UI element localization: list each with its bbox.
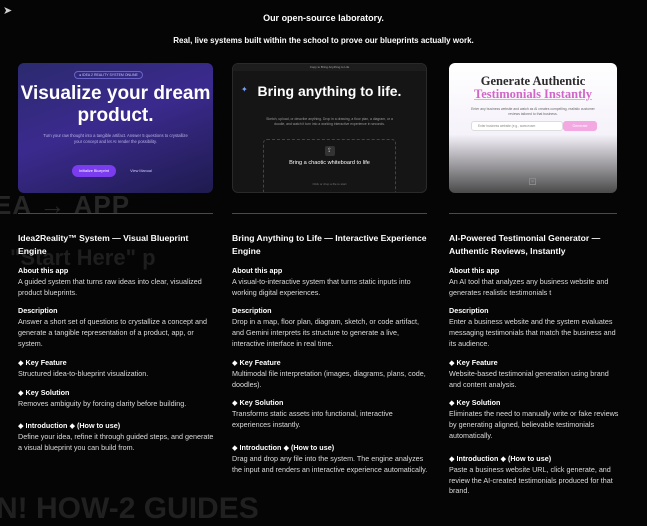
thumbnail-headline: Bring anything to life. xyxy=(257,83,402,99)
thumbnail-headline-accent: Testimonials Instantly xyxy=(474,87,592,101)
introduction-text: Define your idea, refine it through guid… xyxy=(18,432,214,453)
thumbnail-body: Sketch, upload, or describe anything. Dr… xyxy=(266,117,393,126)
drop-zone-subtext: Click or drop a file to start xyxy=(312,182,347,186)
app-card-idea2reality: ● IDEA 2 REALITY SYSTEM ONLINE Visualize… xyxy=(18,63,216,454)
key-solution-text: Transforms static assets into functional… xyxy=(232,409,393,430)
introduction-heading: ◆ Introduction ◆ (How to use) xyxy=(449,453,552,463)
key-feature-text: Multimodal file interpretation (images, … xyxy=(232,368,426,389)
description-heading: Description xyxy=(18,306,58,316)
grid-icon: ▦ xyxy=(529,178,536,185)
card-title: Idea2Reality™ System — Visual Blueprint … xyxy=(18,233,189,256)
about-text: A visual-to-interactive system that turn… xyxy=(232,276,411,297)
generate-button[interactable]: Generate xyxy=(563,121,597,131)
ghost-line-3: N! HOW-2 GUIDES xyxy=(0,492,259,525)
description-text: Answer a short set of questions to cryst… xyxy=(18,317,207,348)
file-drop-zone[interactable]: ⇪ Bring a chaotic whiteboard to life Cli… xyxy=(263,139,396,192)
introduction-heading: ◆ Introduction ◆ (How to use) xyxy=(18,421,121,431)
key-solution-text: Removes ambiguity by forcing clarity bef… xyxy=(18,398,187,408)
about-heading: About this app xyxy=(232,265,283,275)
website-input[interactable]: Enter business website (e.g., www.exam xyxy=(471,121,563,131)
introduction-heading: ◆ Introduction ◆ (How to use) xyxy=(232,442,335,452)
description-text: Drop in a map, floor plan, diagram, sket… xyxy=(232,317,419,348)
card-title: AI-Powered Testimonial Generator — Authe… xyxy=(449,233,601,256)
thumbnail-body: Enter any business website and watch as … xyxy=(471,107,595,116)
app-thumbnail[interactable]: Copy to Bring Anything to Life ✦ Bring a… xyxy=(232,63,427,193)
introduction-text: Paste a business website URL, click gene… xyxy=(449,464,613,496)
view-manual-button[interactable]: View Manual xyxy=(124,165,158,177)
app-card-bring-anything-to-life: Copy to Bring Anything to Life ✦ Bring a… xyxy=(232,63,430,476)
about-heading: About this app xyxy=(449,265,500,275)
thumbnail-headline: Visualize your dream product. xyxy=(20,83,211,126)
divider xyxy=(232,213,427,214)
introduction-text: Drag and drop any file into the system. … xyxy=(232,453,428,474)
section-subtitle: Real, live systems built within the scho… xyxy=(173,36,474,45)
key-feature-heading: ◆ Key Feature xyxy=(449,357,498,367)
key-solution-heading: ◆ Key Solution xyxy=(449,398,501,408)
drop-zone-text: Bring a chaotic whiteboard to life xyxy=(289,160,370,166)
key-solution-text: Eliminates the need to manually write or… xyxy=(449,409,619,440)
status-pill: ● IDEA 2 REALITY SYSTEM ONLINE xyxy=(74,71,143,79)
initialize-blueprint-button[interactable]: Initialize Blueprint xyxy=(72,165,116,177)
thumbnail-body: Turn your raw thought into a tangible ar… xyxy=(43,133,188,144)
key-feature-text: Website-based testimonial generation usi… xyxy=(449,368,609,389)
card-title: Bring Anything to Life — Interactive Exp… xyxy=(232,233,427,256)
description-heading: Description xyxy=(449,306,489,316)
key-solution-heading: ◆ Key Solution xyxy=(232,398,284,408)
key-feature-heading: ◆ Key Feature xyxy=(232,357,281,367)
about-text: An AI tool that analyzes any business we… xyxy=(449,276,609,297)
key-feature-heading: ◆ Key Feature xyxy=(18,357,67,367)
section-title: Our open-source laboratory. xyxy=(263,13,384,23)
about-heading: About this app xyxy=(18,265,69,275)
app-thumbnail[interactable]: ● IDEA 2 REALITY SYSTEM ONLINE Visualize… xyxy=(18,63,213,193)
description-heading: Description xyxy=(232,306,272,316)
app-card-testimonial-generator: Generate Authentic Testimonials Instantl… xyxy=(449,63,619,497)
description-text: Enter a business website and the system … xyxy=(449,317,616,348)
app-thumbnail[interactable]: Generate Authentic Testimonials Instantl… xyxy=(449,63,617,193)
thumbnail-topbar: Copy to Bring Anything to Life xyxy=(233,64,426,71)
divider xyxy=(18,213,213,214)
divider xyxy=(449,213,617,214)
upload-icon: ⇪ xyxy=(324,146,335,156)
key-feature-text: Structured idea-to-blueprint visualizati… xyxy=(18,368,149,378)
key-solution-heading: ◆ Key Solution xyxy=(18,387,70,397)
about-text: A guided system that turns raw ideas int… xyxy=(18,276,202,297)
